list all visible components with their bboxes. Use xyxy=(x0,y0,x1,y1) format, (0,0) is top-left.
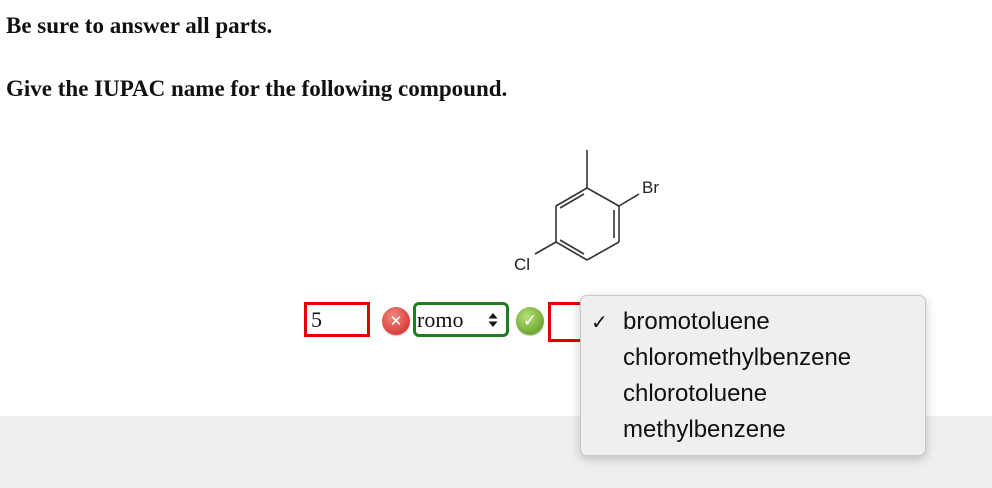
instruction-answer-all: Be sure to answer all parts. xyxy=(6,13,273,38)
chemical-structure: Br Cl xyxy=(500,140,680,280)
dropdown-option-label: chloromethylbenzene xyxy=(623,344,852,371)
benzene-ring-diagram: Br Cl xyxy=(514,150,659,274)
dropdown-option-chloromethylbenzene[interactable]: chloromethylbenzene xyxy=(581,340,925,376)
dropdown-option-methylbenzene[interactable]: methylbenzene xyxy=(581,412,925,448)
checkmark-icon: ✓ xyxy=(591,311,608,334)
locant-number-input[interactable] xyxy=(304,302,370,337)
parent-name-dropdown-menu: ✓ bromotoluene chloromethylbenzene chlor… xyxy=(580,295,926,456)
dropdown-option-label: bromotoluene xyxy=(623,308,770,335)
check-icon: ✓ xyxy=(516,307,544,335)
substituent-select[interactable]: romo xyxy=(413,302,509,337)
chlorine-label: Cl xyxy=(514,255,530,274)
bromine-label: Br xyxy=(642,178,659,197)
dropdown-option-bromotoluene[interactable]: ✓ bromotoluene xyxy=(581,304,925,340)
select-arrows-icon xyxy=(488,313,498,327)
x-icon: ✕ xyxy=(382,307,410,335)
question-prompt: Give the IUPAC name for the following co… xyxy=(6,76,508,101)
dropdown-option-label: methylbenzene xyxy=(623,416,786,443)
dropdown-option-chlorotoluene[interactable]: chlorotoluene xyxy=(581,376,925,412)
substituent-select-value: romo xyxy=(417,306,464,332)
dropdown-option-label: chlorotoluene xyxy=(623,380,768,407)
